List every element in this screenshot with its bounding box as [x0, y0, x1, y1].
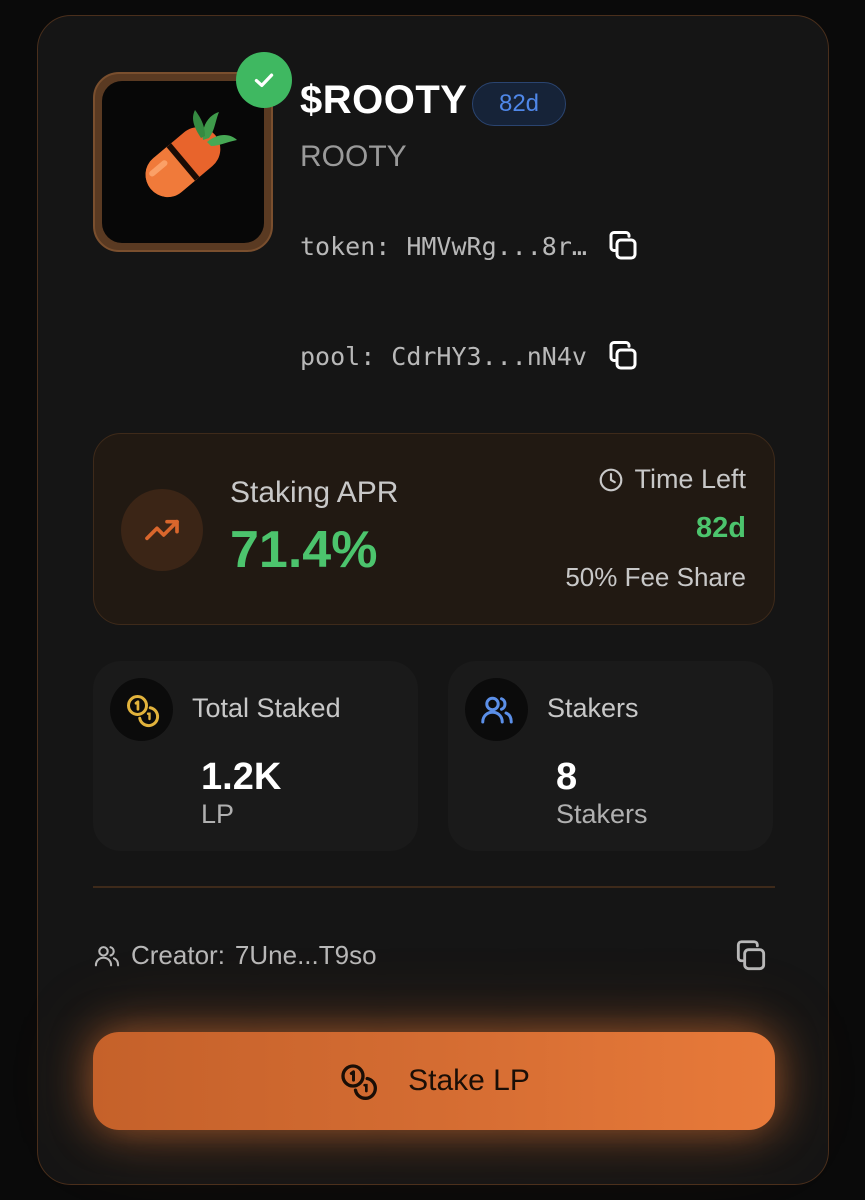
- stakers-value: 8: [556, 756, 578, 798]
- pool-address: CdrHY3...nN4v: [391, 341, 587, 371]
- coins-icon-badge: [110, 678, 173, 741]
- time-left-label: Time Left: [634, 464, 746, 494]
- total-staked-unit: LP: [201, 799, 235, 829]
- copy-icon: [609, 341, 637, 370]
- users-icon: [480, 696, 513, 723]
- apr-value: 71.4%: [230, 521, 378, 579]
- token-name: ROOTY: [300, 140, 407, 173]
- users-icon: [94, 945, 120, 966]
- total-staked-value: 1.2K: [201, 756, 282, 798]
- copy-pool-button[interactable]: [605, 338, 641, 374]
- stakers-unit: Stakers: [556, 799, 648, 829]
- check-icon: [254, 73, 274, 88]
- total-staked-box: Total Staked 1.2K LP: [93, 661, 418, 851]
- token-address-row: token: HMVwRg...8r…: [300, 228, 641, 264]
- verified-badge: [236, 52, 292, 108]
- carrot-pill-icon: [145, 110, 237, 198]
- staking-pool-card: $ROOTY 82d ROOTY token: HMVwRg...8r… poo…: [37, 15, 829, 1185]
- token-address-label: token:: [300, 231, 391, 261]
- fee-share: 50% Fee Share: [565, 562, 746, 592]
- apr-panel: Staking APR 71.4% Time Left 82d 50% Fee …: [93, 433, 775, 625]
- stake-lp-button[interactable]: Stake LP: [93, 1032, 775, 1130]
- copy-icon: [609, 231, 637, 260]
- copy-token-button[interactable]: [605, 228, 641, 264]
- token-ticker: $ROOTY: [300, 78, 468, 122]
- time-left-label-row: Time Left: [598, 464, 746, 495]
- coins-icon: [341, 1064, 378, 1100]
- stakers-box: Stakers 8 Stakers: [448, 661, 773, 851]
- pool-address-row: pool: CdrHY3...nN4v: [300, 338, 641, 374]
- days-badge: 82d: [472, 82, 566, 126]
- total-staked-label: Total Staked: [192, 693, 341, 723]
- clock-icon: [600, 468, 623, 491]
- creator-address: 7Une...T9so: [234, 940, 377, 970]
- divider: [93, 886, 775, 888]
- creator-row: Creator: 7Une...T9so: [93, 940, 377, 971]
- pool-address-label: pool:: [300, 341, 376, 371]
- stake-lp-label: Stake LP: [408, 1064, 530, 1097]
- apr-icon-badge: [121, 489, 203, 571]
- stakers-label: Stakers: [547, 693, 639, 723]
- token-address: HMVwRg...8r…: [406, 231, 587, 261]
- trending-up-icon: [145, 519, 179, 541]
- creator-label: Creator:: [131, 940, 225, 970]
- copy-icon: [736, 940, 766, 971]
- users-icon-badge: [465, 678, 528, 741]
- apr-label: Staking APR: [230, 476, 399, 509]
- coins-icon: [126, 694, 159, 727]
- copy-creator-button[interactable]: [732, 937, 770, 975]
- time-left-value: 82d: [696, 512, 746, 544]
